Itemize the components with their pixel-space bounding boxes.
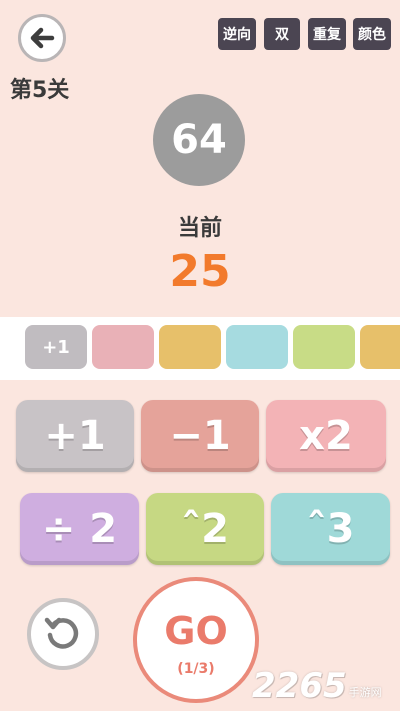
current-label: 当前 — [177, 216, 222, 241]
reset-button[interactable] — [27, 598, 99, 670]
sequence-slot[interactable] — [293, 325, 355, 369]
go-progress: (1/3) — [177, 661, 215, 677]
sequence-slot[interactable] — [360, 325, 400, 369]
back-button[interactable] — [18, 14, 66, 62]
sequence-slot[interactable]: +1 — [25, 325, 87, 369]
go-button[interactable]: GO (1/3) — [133, 577, 259, 703]
watermark-site: 手游网 — [348, 686, 382, 699]
mode-repeat-button[interactable]: 重复 — [308, 18, 346, 50]
watermark-number: 2265 — [252, 666, 347, 706]
undo-icon — [44, 617, 79, 649]
arrow-left-icon — [30, 27, 55, 49]
level-title: 第5关 — [10, 78, 70, 103]
sequence-slot[interactable] — [159, 325, 221, 369]
op-square-button[interactable]: ˆ2 — [146, 493, 264, 565]
sequence-track: +1 — [0, 317, 400, 380]
mode-double-button[interactable]: 双 — [264, 18, 300, 50]
op-minus-one-button[interactable]: −1 — [141, 400, 259, 472]
mode-reverse-button[interactable]: 逆向 — [218, 18, 256, 50]
sequence-slot[interactable] — [92, 325, 154, 369]
sequence-slot[interactable] — [226, 325, 288, 369]
current-value: 25 — [169, 246, 231, 297]
op-divide-two-button[interactable]: ÷ 2 — [20, 493, 139, 565]
op-plus-one-button[interactable]: +1 — [16, 400, 134, 472]
op-cube-button[interactable]: ˆ3 — [271, 493, 390, 565]
target-number: 64 — [153, 94, 245, 186]
go-label: GO — [164, 609, 228, 653]
watermark: 2265 手游网 — [252, 656, 398, 706]
mode-color-button[interactable]: 颜色 — [353, 18, 391, 50]
op-times-two-button[interactable]: x2 — [266, 400, 386, 472]
